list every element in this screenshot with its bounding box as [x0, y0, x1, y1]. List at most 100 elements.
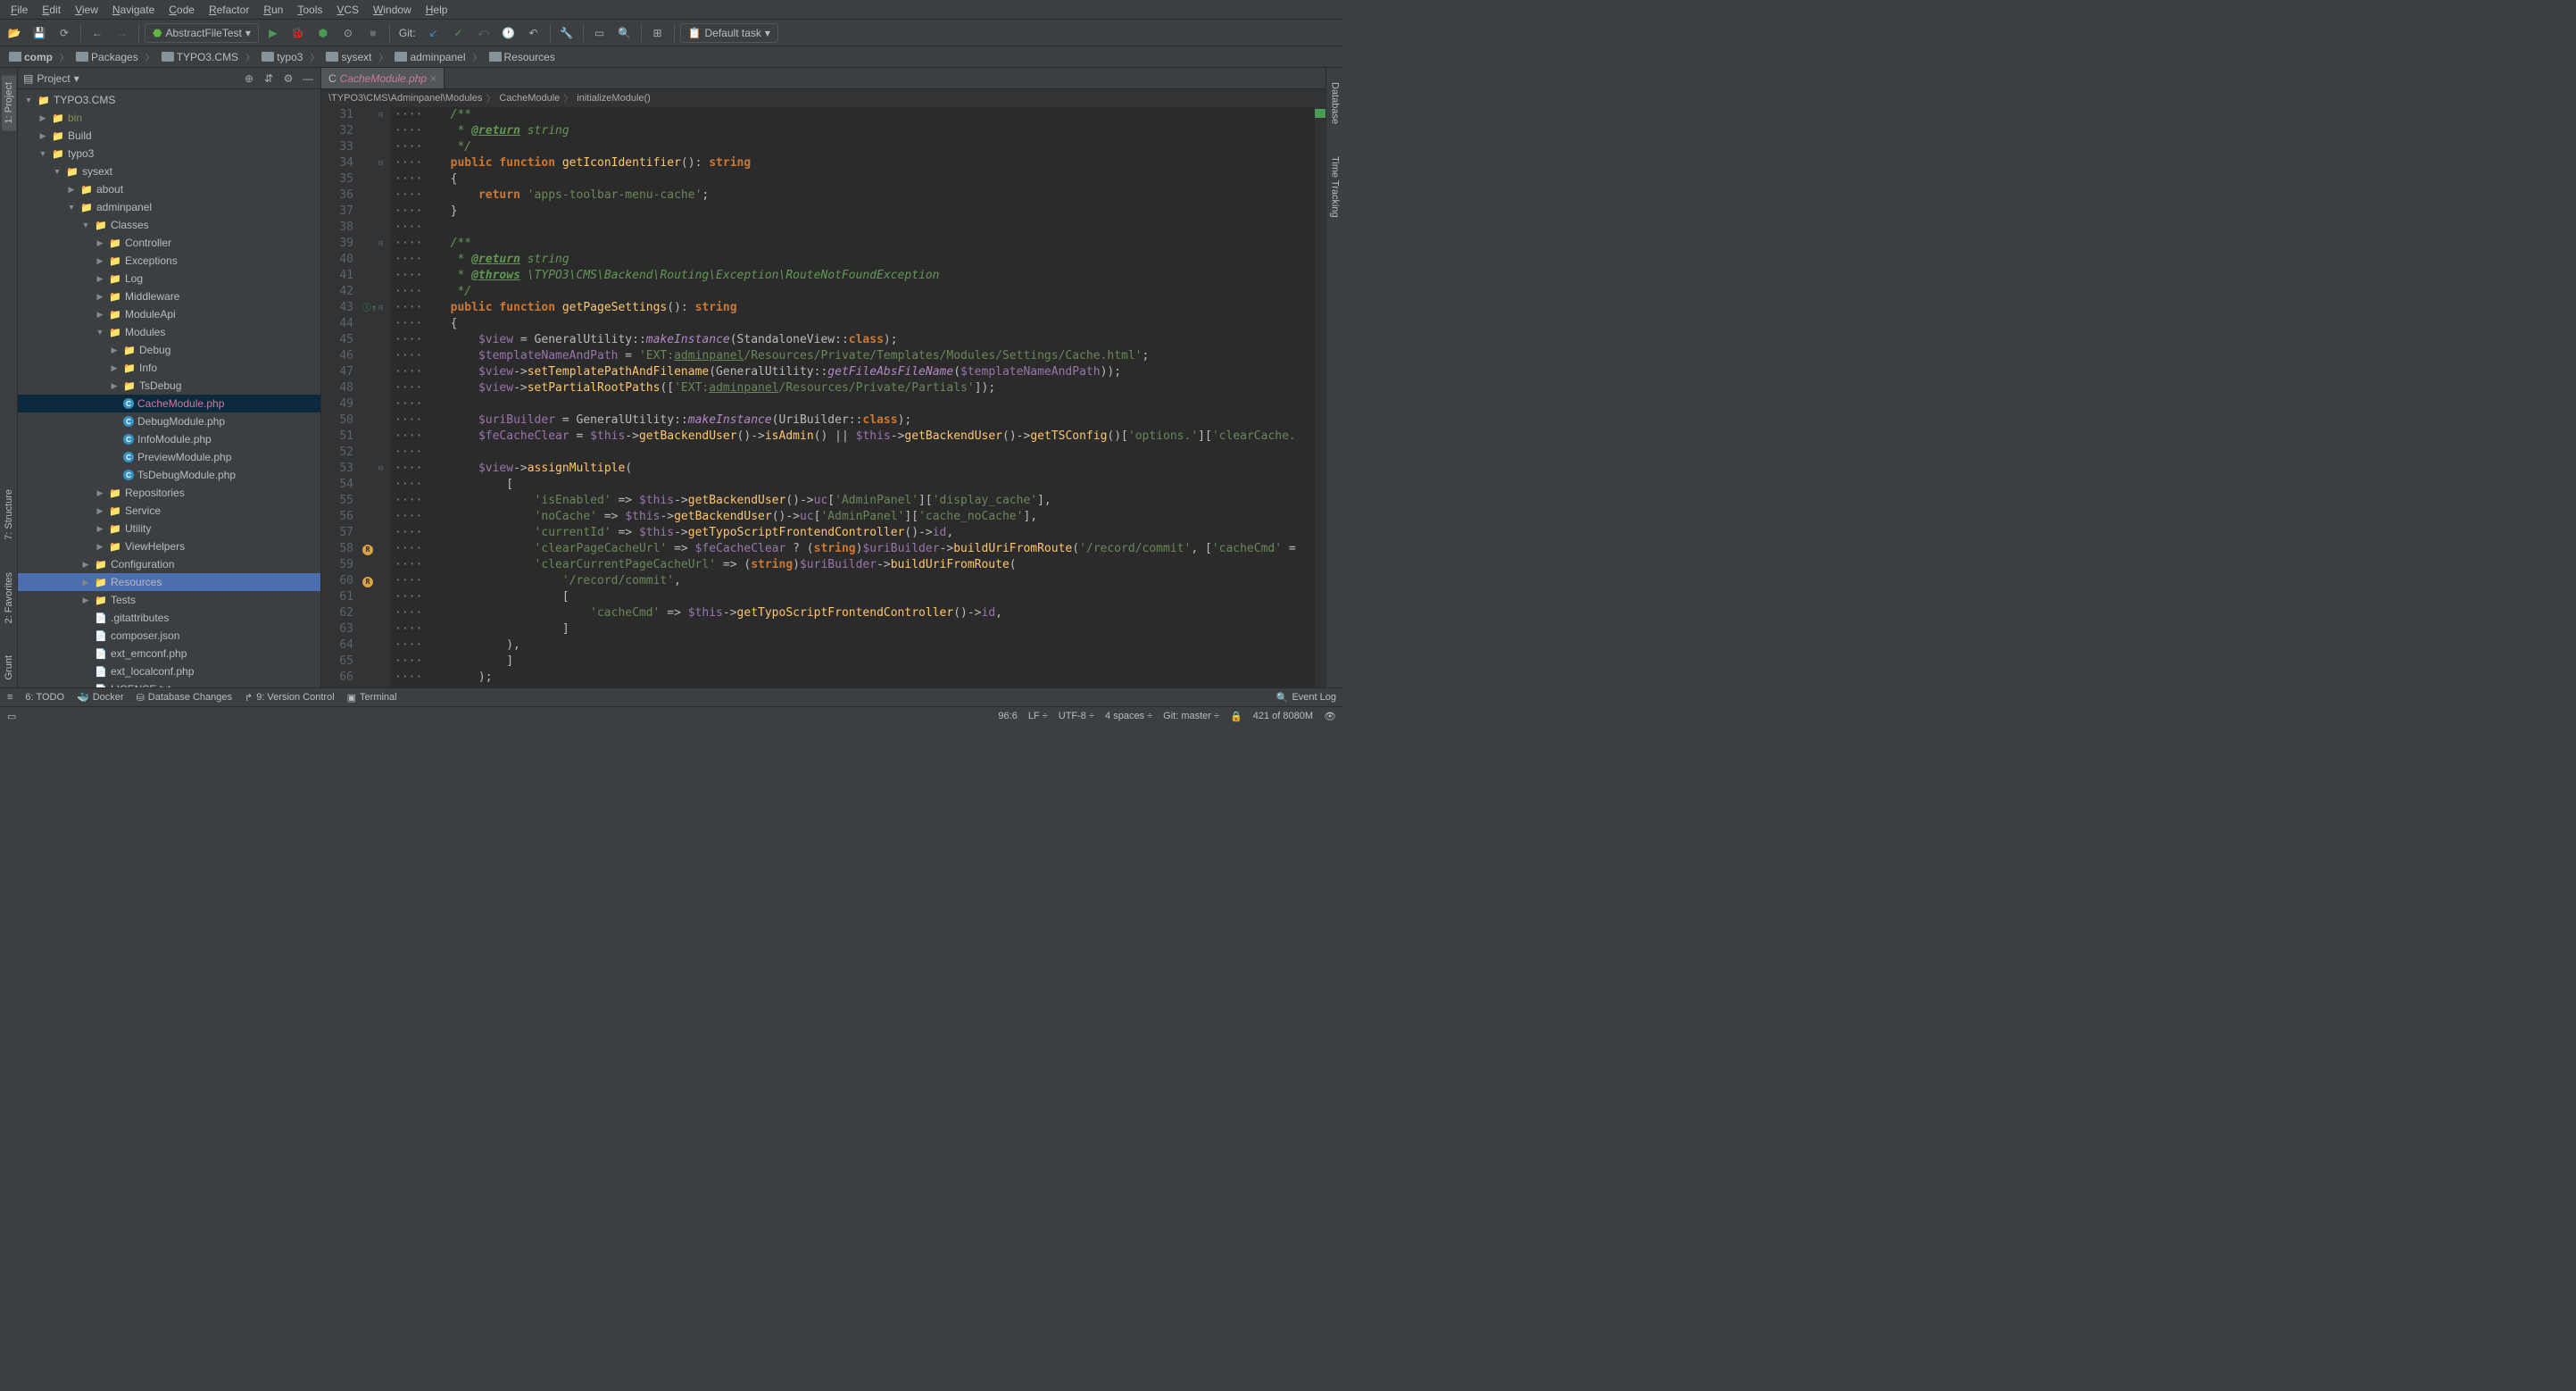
tree-folder[interactable]: ▶📁TsDebug: [18, 377, 320, 395]
menu-view[interactable]: View: [68, 2, 105, 18]
indent[interactable]: 4 spaces ÷: [1105, 711, 1152, 721]
update-icon[interactable]: ↙: [423, 22, 445, 44]
editor-tab[interactable]: C CacheModule.php ×: [321, 68, 445, 88]
open-icon[interactable]: 📂: [4, 22, 25, 44]
db-changes-tab[interactable]: ⛁Database Changes: [137, 692, 232, 704]
todo-tab[interactable]: 6: TODO: [25, 692, 64, 703]
search-icon[interactable]: 🔍: [614, 22, 636, 44]
tree-folder[interactable]: ▶📁Service: [18, 502, 320, 520]
breadcrumb-item[interactable]: TYPO3.CMS: [158, 51, 242, 63]
build-icon[interactable]: 🔧: [556, 22, 578, 44]
breadcrumb-item[interactable]: adminpanel: [391, 51, 469, 63]
menu-code[interactable]: Code: [162, 2, 202, 18]
line-separator[interactable]: LF ÷: [1028, 711, 1048, 721]
tree-folder[interactable]: ▼📁typo3: [18, 145, 320, 162]
tree-file[interactable]: 📄LICENSE.txt: [18, 680, 320, 687]
tree-folder[interactable]: ▼📁Modules: [18, 323, 320, 341]
menu-refactor[interactable]: Refactor: [202, 2, 256, 18]
tree-folder[interactable]: ▶📁Repositories: [18, 484, 320, 502]
task-dropdown[interactable]: 📋 Default task ▾: [680, 23, 778, 43]
history-icon[interactable]: 🕐: [498, 22, 519, 44]
hide-icon[interactable]: —: [301, 72, 315, 85]
menu-help[interactable]: Help: [419, 2, 455, 18]
breadcrumb-item[interactable]: sysext: [322, 51, 375, 63]
project-tree[interactable]: ▼📁TYPO3.CMS▶📁bin▶📁Build▼📁typo3▼📁sysext▶📁…: [18, 89, 320, 687]
profile-icon[interactable]: ⊙: [337, 22, 359, 44]
git-branch[interactable]: Git: master ÷: [1163, 711, 1219, 721]
tree-folder[interactable]: ▶📁ModuleApi: [18, 305, 320, 323]
tree-folder[interactable]: ▶📁Middleware: [18, 287, 320, 305]
run-icon[interactable]: ▶: [262, 22, 284, 44]
tree-folder[interactable]: ▶📁Info: [18, 359, 320, 377]
revert-icon[interactable]: ↶: [523, 22, 544, 44]
tree-folder[interactable]: ▶📁Utility: [18, 520, 320, 537]
tree-file[interactable]: 📄composer.json: [18, 627, 320, 645]
back-icon[interactable]: ←: [87, 22, 108, 44]
tree-file[interactable]: 📄.gitattributes: [18, 609, 320, 627]
tree-folder[interactable]: ▶📁Resources: [18, 573, 320, 591]
tree-folder[interactable]: ▶📁Controller: [18, 234, 320, 252]
error-stripe[interactable]: [1315, 107, 1325, 687]
tree-folder[interactable]: ▼📁adminpanel: [18, 198, 320, 216]
editor-breadcrumb-item[interactable]: CacheModule: [499, 93, 560, 104]
timetracking-tool-tab[interactable]: Time Tracking: [1328, 149, 1342, 225]
terminal-tab[interactable]: ▣Terminal: [347, 692, 397, 704]
memory-indicator[interactable]: 421 of 8080M: [1253, 711, 1313, 721]
tree-file[interactable]: 📄ext_localconf.php: [18, 662, 320, 680]
database-tool-tab[interactable]: Database: [1328, 75, 1342, 131]
structure-icon[interactable]: ⊞: [647, 22, 669, 44]
menu-edit[interactable]: Edit: [35, 2, 68, 18]
debug-icon[interactable]: 🐞: [287, 22, 309, 44]
breadcrumb-item[interactable]: Packages: [72, 51, 142, 63]
editor-breadcrumb-item[interactable]: \TYPO3\CMS\Adminpanel\Modules: [328, 93, 482, 104]
tree-folder[interactable]: ▼📁TYPO3.CMS: [18, 91, 320, 109]
tree-file[interactable]: CTsDebugModule.php: [18, 466, 320, 484]
favorites-tool-tab[interactable]: 2: Favorites: [2, 565, 16, 630]
editor-breadcrumb[interactable]: \TYPO3\CMS\Adminpanel\Modules〉CacheModul…: [321, 89, 1325, 107]
locate-icon[interactable]: ⊕: [242, 72, 256, 85]
save-icon[interactable]: 💾: [29, 22, 50, 44]
window-icon[interactable]: ▭: [7, 711, 16, 722]
commit-icon[interactable]: ✓: [448, 22, 469, 44]
sync-icon[interactable]: ⟳: [54, 22, 75, 44]
tree-folder[interactable]: ▶📁Build: [18, 127, 320, 145]
run-config-dropdown[interactable]: ⬣ AbstractFileTest ▾: [145, 23, 259, 43]
tree-folder[interactable]: ▶📁about: [18, 180, 320, 198]
tree-folder[interactable]: ▼📁sysext: [18, 162, 320, 180]
code-editor[interactable]: 3132333435363738394041424344454647484950…: [321, 107, 1325, 687]
breadcrumb-item[interactable]: comp: [5, 51, 56, 63]
settings-icon[interactable]: ⚙: [281, 72, 295, 85]
tree-folder[interactable]: ▶📁Tests: [18, 591, 320, 609]
tree-folder[interactable]: ▶📁Log: [18, 270, 320, 287]
close-tab-icon[interactable]: ×: [430, 72, 436, 85]
editor-breadcrumb-item[interactable]: initializeModule(): [577, 93, 651, 104]
tree-file[interactable]: CCacheModule.php: [18, 395, 320, 412]
tree-folder[interactable]: ▶📁bin: [18, 109, 320, 127]
inspect-icon[interactable]: 👁: [1324, 711, 1336, 722]
project-tool-tab[interactable]: 1: Project: [2, 75, 16, 130]
encoding[interactable]: UTF-8 ÷: [1059, 711, 1094, 721]
event-log-tab[interactable]: 🔍Event Log: [1276, 692, 1336, 704]
tree-file[interactable]: CInfoModule.php: [18, 430, 320, 448]
menu-navigate[interactable]: Navigate: [105, 2, 162, 18]
structure-tool-tab[interactable]: 7: Structure: [2, 482, 16, 547]
grunt-tool-tab[interactable]: Grunt: [2, 648, 16, 687]
tree-file[interactable]: CPreviewModule.php: [18, 448, 320, 466]
caret-position[interactable]: 96:6: [998, 711, 1017, 721]
collapse-icon[interactable]: ⇵: [262, 72, 276, 85]
tree-folder[interactable]: ▶📁Configuration: [18, 555, 320, 573]
fold-gutter[interactable]: ⊟⊟⊟⊟⊟: [378, 107, 391, 687]
forward-icon[interactable]: →: [112, 22, 133, 44]
tree-file[interactable]: 📄ext_emconf.php: [18, 645, 320, 662]
menu-run[interactable]: Run: [256, 2, 290, 18]
breadcrumb-item[interactable]: typo3: [258, 51, 306, 63]
tree-folder[interactable]: ▶📁Debug: [18, 341, 320, 359]
menu-tools[interactable]: Tools: [290, 2, 329, 18]
breadcrumb-item[interactable]: Resources: [486, 51, 559, 63]
lock-icon[interactable]: 🔒: [1230, 711, 1242, 722]
tree-file[interactable]: CDebugModule.php: [18, 412, 320, 430]
menu-vcs[interactable]: VCS: [329, 2, 366, 18]
bottom-menu-icon[interactable]: ≡: [7, 692, 12, 703]
compare-icon[interactable]: ⤺: [473, 22, 494, 44]
vcs-tab[interactable]: ↱9: Version Control: [245, 692, 335, 704]
